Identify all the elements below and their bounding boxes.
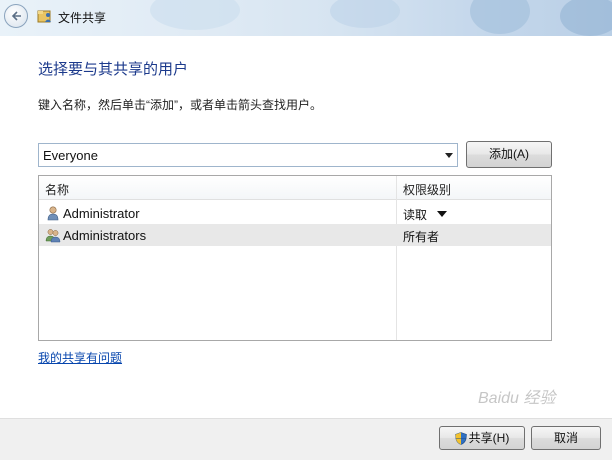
column-header-permission[interactable]: 权限级别 [403,181,451,198]
user-icon [47,206,59,221]
table-header: 名称 权限级别 [39,176,551,200]
add-button[interactable]: 添加(A) [466,141,552,168]
table-row[interactable]: Administrator 读取 [39,202,551,224]
column-divider [396,176,397,340]
page-heading: 选择要与其共享的用户 [38,61,189,78]
combo-value[interactable]: Everyone [43,148,98,163]
cancel-button[interactable]: 取消 [531,426,601,450]
back-button[interactable] [4,4,28,28]
users-table: 名称 权限级别 Administrator 读取 Administrators … [38,175,552,341]
glass-decoration [150,0,240,30]
table-row[interactable]: Administrators 所有者 [39,224,551,246]
glass-decoration [330,0,400,28]
back-arrow-icon [11,11,21,21]
row-user-name: Administrator [63,206,140,221]
title-bar: 文件共享 [0,0,612,36]
user-name-combobox[interactable]: Everyone [38,143,458,167]
watermark-text: Baidu 经验 [478,390,556,407]
column-header-name[interactable]: 名称 [45,181,69,198]
cancel-button-label: 取消 [553,431,578,445]
permission-dropdown-icon[interactable] [437,211,447,217]
row-permission[interactable]: 读取 [403,206,427,223]
window-title: 文件共享 [58,11,107,25]
file-share-icon [37,10,51,23]
glass-decoration [470,0,530,34]
uac-shield-icon [454,432,467,446]
add-button-label: 添加(A) [489,147,529,161]
row-permission: 所有者 [403,230,440,244]
instruction-text: 键入名称，然后单击“添加”，或者单击箭头查找用户。 [38,98,322,112]
row-user-name: Administrators [63,228,147,243]
glass-decoration [560,0,612,36]
chevron-down-icon[interactable] [445,153,453,158]
share-button-label: 共享(H) [468,431,510,445]
user-group-icon [45,229,61,243]
sharing-help-link[interactable]: 我的共享有问题 [38,349,122,366]
share-button[interactable]: 共享(H) [439,426,525,450]
